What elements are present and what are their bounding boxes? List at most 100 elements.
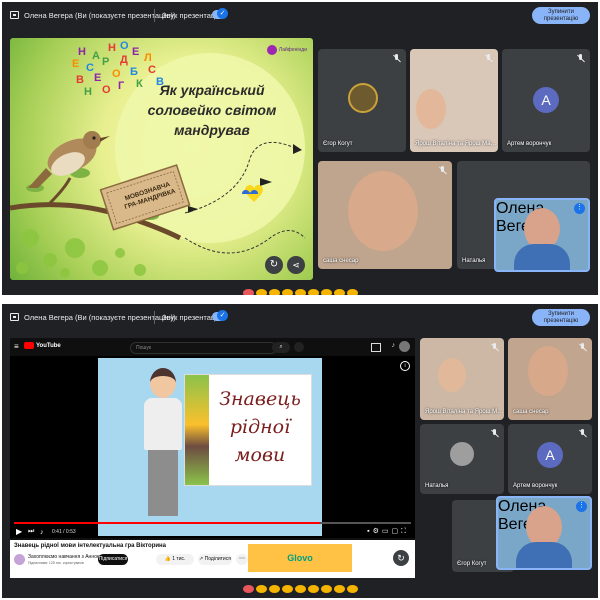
more-options-icon[interactable]: ⋮ [574, 203, 585, 214]
notifications-icon[interactable]: ♪ [392, 342, 396, 349]
slide-letter: Е [94, 72, 102, 84]
self-shirt [516, 542, 572, 568]
slide-letter: Л [144, 52, 152, 64]
reactions-bar[interactable] [2, 584, 598, 594]
clap-reaction-icon[interactable] [281, 288, 293, 295]
meet-top-bar: Олена Вегера (Ви (показуєте презентацію)… [2, 2, 598, 30]
meet-window-presenting-slides: Олена Вегера (Ви (показуєте презентацію)… [2, 2, 598, 295]
reactions-bar[interactable] [2, 288, 598, 295]
time-display: 0:41 / 0:53 [52, 529, 76, 535]
mic-off-icon [490, 429, 499, 438]
video-frame: Знавець рідної мови [98, 358, 322, 536]
self-shirt [514, 244, 570, 270]
participant-video [416, 89, 446, 129]
thumbs-up-reaction-icon[interactable] [255, 288, 267, 295]
video-info-bar: Знавець рідної мови інтелектуальна гра В… [10, 540, 415, 578]
slide-letter: О [102, 84, 111, 96]
participant-tile[interactable]: саша снесар [508, 338, 592, 420]
sad-reaction-icon[interactable] [320, 288, 332, 295]
share-button[interactable]: ↗ Поділитися [198, 554, 232, 565]
sad-reaction-icon[interactable] [320, 584, 332, 593]
volume-icon[interactable]: ♪ [40, 529, 44, 536]
thumbs-up-reaction-icon[interactable] [255, 584, 267, 593]
search-input[interactable]: Пошук [130, 342, 277, 354]
divider [154, 311, 155, 324]
more-options-icon[interactable]: ⋮ [576, 501, 587, 512]
card-title-line: рідної [229, 416, 291, 438]
video-player[interactable]: Знавець рідної мови i ▶ ⏭ ♪ 0:41 / 0:53 … [10, 356, 415, 538]
participant-tile[interactable]: Єгор Когут [318, 49, 406, 152]
like-button[interactable]: 👍 1 тис. [156, 554, 194, 565]
ad-banner[interactable]: Glovo [248, 544, 352, 572]
participant-tile[interactable]: Наталья [420, 424, 504, 494]
progress-bar[interactable] [14, 522, 411, 524]
teacher-body [144, 398, 182, 450]
avatar-initial: A [537, 442, 563, 468]
heart-reaction-icon[interactable] [242, 584, 254, 593]
avatar-photo [348, 83, 378, 113]
participant-tile[interactable]: A Артем ворончук [508, 424, 592, 494]
presentation-sound-label: Звук презентації [162, 313, 219, 322]
present-screen-icon [10, 313, 19, 321]
divider [154, 9, 155, 22]
search-button[interactable]: ⌕ [272, 342, 290, 353]
participant-tile[interactable]: A Артем ворончук [502, 49, 590, 152]
cartoon-teacher [138, 368, 188, 528]
teacher-head [150, 368, 176, 398]
subscriber-count: Підписників: 125 тис. користувачів [28, 561, 84, 565]
heart-reaction-icon[interactable] [242, 288, 254, 295]
participant-name: Наталья [462, 258, 486, 264]
subscribe-button[interactable]: Підписатися [98, 554, 128, 565]
create-icon[interactable] [371, 343, 381, 352]
presentation-sound-toggle[interactable] [212, 8, 228, 19]
channel-name[interactable]: Захоплюємо навчання з Анною… [28, 554, 106, 560]
stop-presenting-button[interactable]: Зупинити презентацію [532, 7, 590, 24]
party-reaction-icon[interactable] [268, 288, 280, 295]
cast-button[interactable]: ↻ [393, 550, 409, 566]
thinking-reaction-icon[interactable] [333, 584, 345, 593]
teacher-legs [148, 450, 178, 516]
self-view-tile[interactable]: ⋮ Олена Вегера [496, 496, 592, 570]
laugh-reaction-icon[interactable] [294, 584, 306, 593]
participant-video [348, 171, 418, 251]
player-controls-right[interactable]: ▪⚙▭▢⛶ [367, 527, 409, 536]
thumbs-down-reaction-icon[interactable] [346, 584, 358, 593]
youtube-logo[interactable]: YouTube [24, 342, 61, 349]
slide-title: Як український соловейко світом мандрува… [142, 80, 282, 140]
participant-tile[interactable]: Ярош Віталіна та Ярош Ма… [410, 49, 498, 152]
play-button[interactable]: ▶ [16, 527, 22, 536]
share-button[interactable]: ⋖ [287, 256, 305, 274]
stop-presenting-button[interactable]: Зупинити презентацію [532, 309, 590, 326]
participant-video [528, 346, 568, 396]
next-button[interactable]: ⏭ [28, 528, 34, 536]
participant-name: Артем ворончук [513, 483, 558, 489]
surprised-reaction-icon[interactable] [307, 584, 319, 593]
self-view-tile[interactable]: ⋮ Олена Вегера [494, 198, 590, 272]
presentation-sound-toggle[interactable] [212, 310, 228, 321]
cast-button[interactable]: ↻ [265, 256, 283, 274]
more-actions-button[interactable]: ⋯ [236, 554, 248, 565]
slide-letter: Е [72, 58, 80, 70]
surprised-reaction-icon[interactable] [307, 288, 319, 295]
participant-tile[interactable]: саша снесар [318, 161, 452, 269]
mic-off-icon [578, 343, 587, 352]
voice-search-icon[interactable] [294, 342, 304, 352]
party-reaction-icon[interactable] [268, 584, 280, 593]
meet-window-presenting-youtube: Олена Вегера (Ви (показуєте презентацію)… [2, 304, 598, 598]
slide-title-line: Як український [159, 82, 265, 98]
participant-tile[interactable]: Ярош Віталіна та Ярош М… [420, 338, 504, 420]
user-avatar[interactable] [399, 341, 410, 352]
thinking-reaction-icon[interactable] [333, 288, 345, 295]
clap-reaction-icon[interactable] [281, 584, 293, 593]
slide-logo: Лайфенінди [266, 44, 307, 56]
menu-icon[interactable]: ≡ [14, 342, 19, 351]
video-title: Знавець рідної мови інтелектуальна гра В… [14, 543, 167, 549]
thumbs-down-reaction-icon[interactable] [346, 288, 358, 295]
video-card: Знавець рідної мови [184, 374, 312, 486]
laugh-reaction-icon[interactable] [294, 288, 306, 295]
mic-off-icon [578, 429, 587, 438]
channel-avatar[interactable] [14, 554, 25, 565]
presenter-title: Олена Вегера (Ви (показуєте презентацію)… [24, 313, 176, 322]
mic-off-icon [438, 166, 447, 175]
info-icon[interactable]: i [400, 361, 410, 371]
